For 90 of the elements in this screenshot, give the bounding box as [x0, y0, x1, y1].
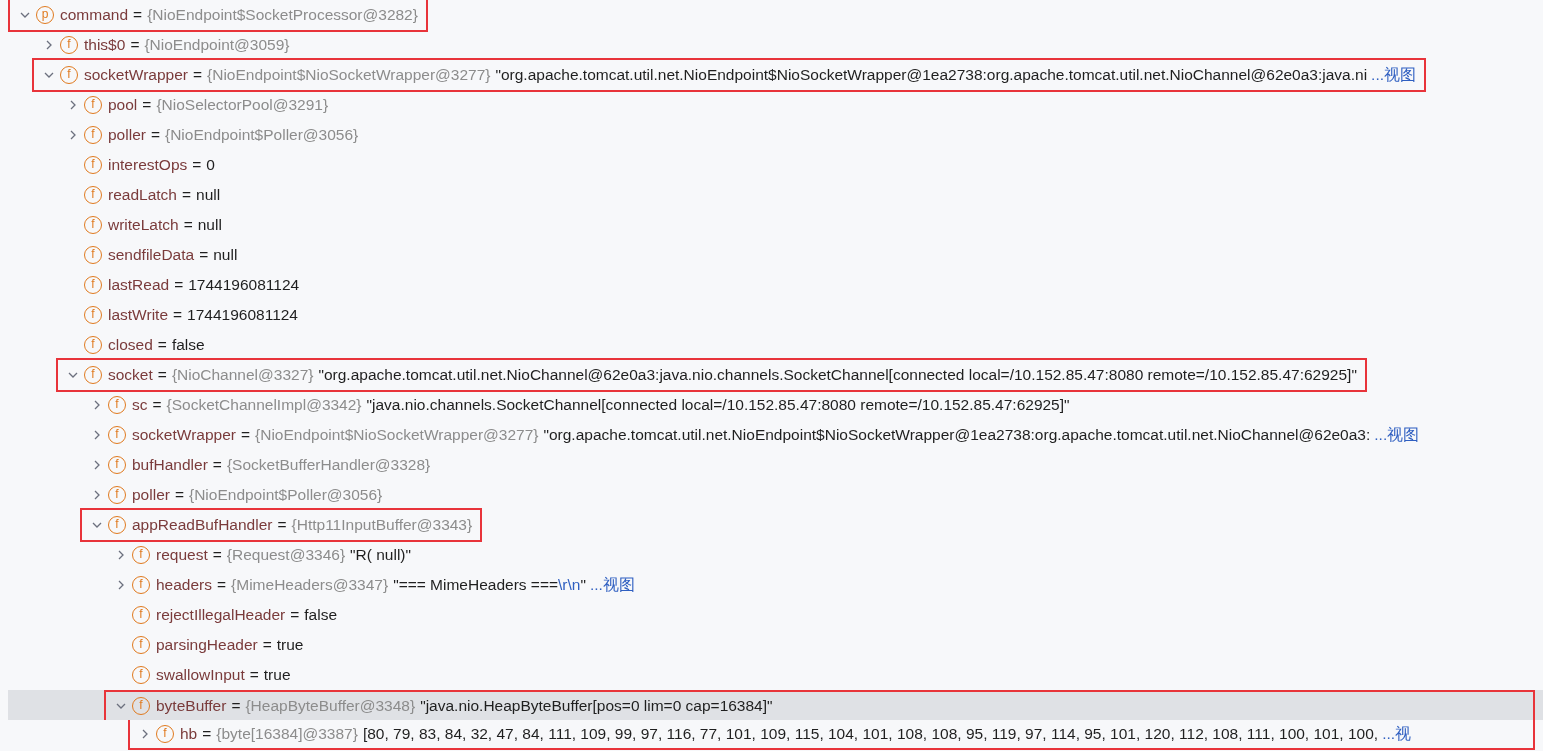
- variable-name: pool: [108, 95, 138, 116]
- type-label: {NioEndpoint@3059}: [144, 35, 290, 56]
- variable-name: lastRead: [108, 275, 170, 296]
- value-text: "org.apache.tomcat.util.net.NioChannel@62e0a3:java.nio.channels.SocketChannel[connected local=/10.152.85.47:8080 remote=/10.152.85.47:62925]": [318, 365, 1357, 386]
- equals-sign: =: [212, 545, 222, 566]
- value-text: null: [197, 215, 222, 236]
- type-label: {NioSelectorPool@3291}: [156, 95, 329, 116]
- value-text: 0: [206, 155, 215, 176]
- variable-name: parsingHeader: [156, 635, 258, 656]
- equals-sign: =: [150, 125, 160, 146]
- equals-sign: =: [199, 245, 209, 266]
- type-label: {NioEndpoint$NioSocketWrapper@3277}: [255, 425, 539, 446]
- variable-name: sendfileData: [108, 245, 195, 266]
- value-text: "java.nio.channels.SocketChannel[connected local=/10.152.85.47:8080 remote=/10.152.85.47:62925]": [366, 395, 1070, 416]
- equals-sign: =: [183, 215, 193, 236]
- variable-name: this$0: [84, 35, 126, 56]
- value-text: "R( null)": [350, 545, 412, 566]
- equals-sign: =: [231, 696, 241, 717]
- value-text: [80, 79, 83, 84, 32, 47, 84, 111, 109, 99, 97, 116, 77, 101, 109, 115, 104, 101, 108, 108, 95, 119, 97, 114, 95, 101, 120, 112, 108, 111, 100, 101, 100,: [362, 724, 1379, 745]
- variable-name: hb: [180, 724, 198, 745]
- value-text: false: [171, 335, 205, 356]
- equals-sign: =: [290, 605, 300, 626]
- equals-sign: =: [174, 275, 184, 296]
- equals-sign: =: [249, 665, 259, 686]
- equals-sign: =: [142, 95, 152, 116]
- variable-name: sc: [132, 395, 148, 416]
- equals-sign: =: [174, 485, 184, 506]
- value-text: true: [263, 665, 291, 686]
- type-label: {NioEndpoint$Poller@3056}: [189, 485, 383, 506]
- variable-name: appReadBufHandler: [132, 515, 273, 536]
- variable-name: headers: [156, 575, 212, 596]
- type-label: {NioEndpoint$SocketProcessor@3282}: [147, 5, 418, 26]
- value-text: 1744196081124: [188, 275, 300, 296]
- value-text: "org.apache.tomcat.util.net.NioEndpoint$NioSocketWrapper@1ea2738:org.apache.tomcat.util.net.NioChannel@62e0a3:java.ni: [495, 65, 1368, 86]
- variable-name: interestOps: [108, 155, 188, 176]
- view-link[interactable]: ...视图: [1371, 63, 1416, 87]
- equals-sign: =: [192, 155, 202, 176]
- type-label: {SocketChannelImpl@3342}: [166, 395, 362, 416]
- value-text: "=== MimeHeaders ===: [393, 575, 559, 596]
- view-link[interactable]: ...视图: [1374, 423, 1420, 447]
- equals-sign: =: [240, 425, 250, 446]
- value-text: "java.nio.HeapByteBuffer[pos=0 lim=0 cap=16384]": [420, 696, 773, 717]
- equals-sign: =: [157, 335, 167, 356]
- equals-sign: =: [157, 365, 167, 386]
- equals-sign: =: [192, 65, 202, 86]
- equals-sign: =: [202, 724, 212, 745]
- variable-name: socket: [108, 365, 153, 386]
- equals-sign: =: [217, 575, 227, 596]
- type-label: {NioChannel@3327}: [171, 365, 314, 386]
- equals-sign: =: [262, 635, 272, 656]
- equals-sign: =: [152, 395, 162, 416]
- type-label: {Request@3346}: [226, 545, 346, 566]
- variable-name: swallowInput: [156, 665, 245, 686]
- variable-name: command: [60, 5, 129, 26]
- value-text: null: [196, 185, 221, 206]
- variable-name: bufHandler: [132, 455, 208, 476]
- view-link[interactable]: ...视: [1382, 722, 1412, 746]
- variable-name: byteBuffer: [156, 696, 227, 717]
- equals-sign: =: [130, 35, 140, 56]
- variable-name: request: [156, 545, 208, 566]
- value-text: "org.apache.tomcat.util.net.NioEndpoint$NioSocketWrapper@1ea2738:org.apache.tomcat.util.net.NioChannel@62e0a3:: [543, 425, 1371, 446]
- equals-sign: =: [277, 515, 287, 536]
- type-label: {NioEndpoint$NioSocketWrapper@3277}: [207, 65, 491, 86]
- type-label: {NioEndpoint$Poller@3056}: [165, 125, 359, 146]
- variable-name: lastWrite: [108, 305, 168, 326]
- variable-name: poller: [132, 485, 170, 506]
- value-text: null: [213, 245, 238, 266]
- variable-name: closed: [108, 335, 153, 356]
- variable-name: writeLatch: [108, 215, 179, 236]
- type-label: {Http11InputBuffer@3343}: [291, 515, 473, 536]
- selected-row[interactable]: f byteBuffer = {HeapByteBuffer@3348} "java.nio.HeapByteBuffer[pos=0 lim=0 cap=16384]": [8, 690, 1543, 720]
- variable-name: poller: [108, 125, 146, 146]
- variable-name: socketWrapper: [84, 65, 188, 86]
- value-text: ": [580, 575, 586, 596]
- value-text: 1744196081124: [187, 305, 298, 326]
- variable-name: readLatch: [108, 185, 177, 206]
- equals-sign: =: [173, 305, 183, 326]
- escape-text: \r\n: [558, 575, 581, 596]
- variable-name: socketWrapper: [132, 425, 236, 446]
- type-label: {byte[16384]@3387}: [216, 724, 358, 745]
- type-label: {HeapByteBuffer@3348}: [245, 696, 416, 717]
- value-text: false: [304, 605, 338, 626]
- type-label: {MimeHeaders@3347}: [231, 575, 389, 596]
- view-link[interactable]: ...视图: [589, 573, 635, 597]
- equals-sign: =: [181, 185, 191, 206]
- equals-sign: =: [212, 455, 222, 476]
- value-text: true: [276, 635, 304, 656]
- variable-name: rejectIllegalHeader: [156, 605, 286, 626]
- type-label: {SocketBufferHandler@3328}: [226, 455, 431, 476]
- equals-sign: =: [133, 5, 143, 26]
